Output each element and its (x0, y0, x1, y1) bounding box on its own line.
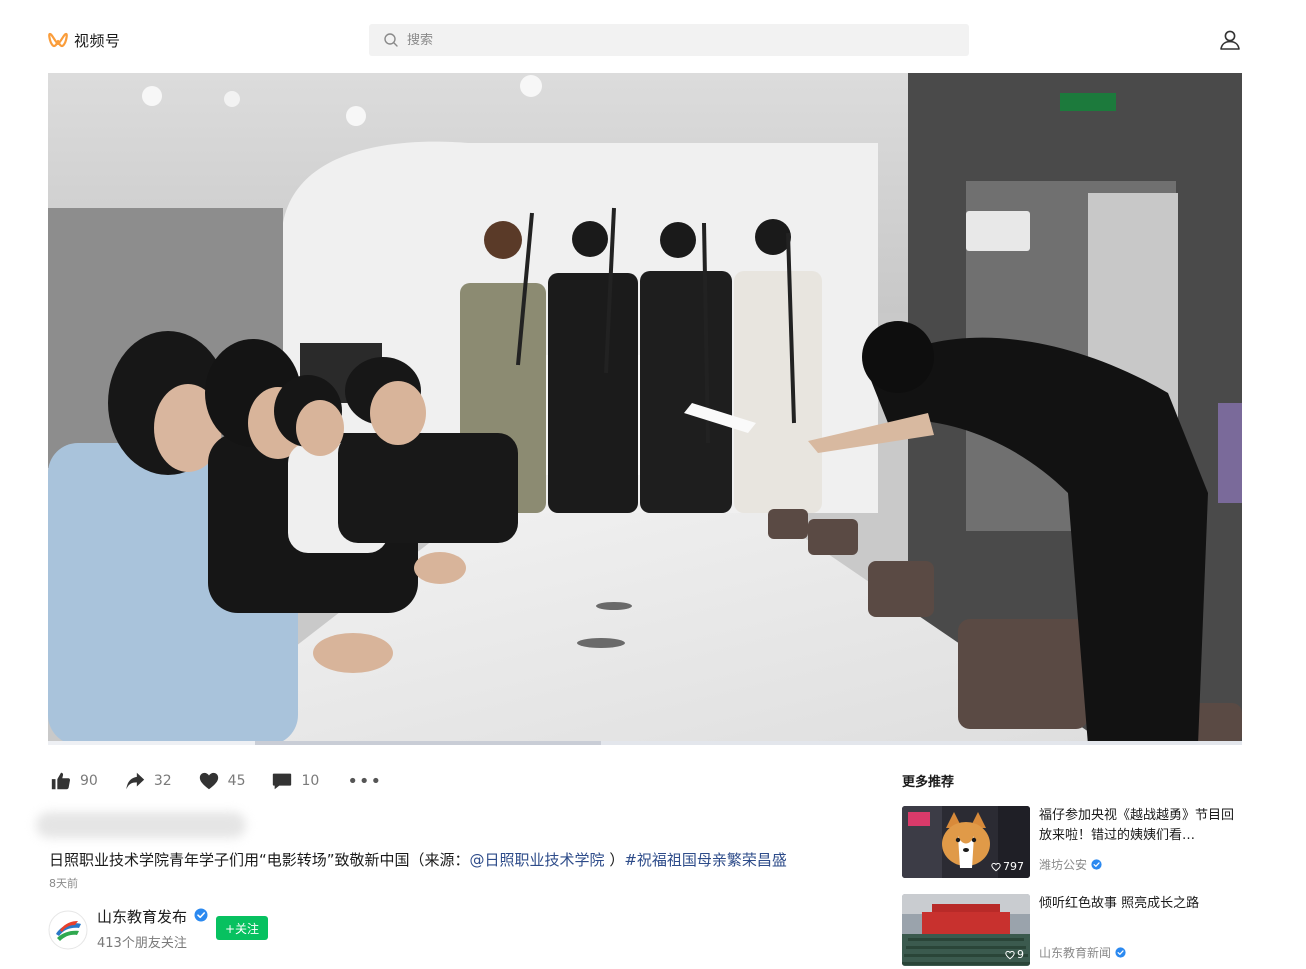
recommendation-item[interactable]: 797 福仔参加央视《越战越勇》节目回放来啦！错过的姨姨们看… 潍坊公安 (902, 806, 1242, 878)
verified-badge-icon (1115, 947, 1126, 958)
comment-count: 10 (301, 773, 320, 789)
video-progress-bar[interactable] (48, 741, 1242, 745)
heart-icon (199, 772, 218, 790)
recommendation-title: 福仔参加央视《越战越勇》节目回放来啦！错过的姨姨们看… (1039, 808, 1235, 843)
app-logo[interactable]: 视频号 (48, 30, 121, 50)
heart-count: 45 (227, 773, 246, 789)
channels-logo-icon (48, 32, 68, 48)
follow-button[interactable]: +关注 (216, 916, 268, 940)
app-name: 视频号 (74, 31, 121, 50)
share-arrow-icon (126, 772, 144, 790)
description-separator: ） (604, 851, 625, 869)
blurred-text (36, 812, 246, 838)
recommendations-title: 更多推荐 (902, 775, 955, 790)
recommendation-thumbnail: 9 (902, 894, 1030, 966)
post-description: 日照职业技术学院青年学子们用“电影转场”致敬新中国（来源：@日照职业技术学院 ）… (49, 849, 787, 870)
user-profile-icon[interactable] (1218, 28, 1242, 52)
recommendation-likes: 797 (991, 860, 1024, 873)
recommendation-like-count: 9 (1017, 948, 1024, 961)
search-icon (384, 33, 398, 47)
recommendation-source-name: 山东教育新闻 (1039, 946, 1112, 960)
author-name[interactable]: 山东教育发布 (97, 906, 187, 927)
recommendation-item[interactable]: 9 倾听红色故事 照亮成长之路 山东教育新闻 (902, 894, 1242, 966)
recommendation-likes: 9 (1005, 948, 1024, 961)
recommendation-source: 潍坊公安 (1039, 856, 1102, 873)
description-text: 日照职业技术学院青年学子们用“电影转场”致敬新中国（来源： (49, 851, 470, 869)
recommendation-thumbnail: 797 (902, 806, 1030, 878)
friends-following-count: 413个朋友关注 (97, 936, 187, 951)
heart-outline-icon (1005, 950, 1015, 959)
recommendation-source-name: 潍坊公安 (1039, 858, 1088, 872)
verified-badge-icon (194, 908, 208, 922)
author-avatar[interactable] (48, 910, 88, 950)
recommendation-title: 倾听红色故事 照亮成长之路 (1039, 896, 1200, 911)
share-count: 32 (153, 773, 172, 789)
search-input[interactable] (407, 32, 927, 48)
video-player[interactable] (48, 73, 1242, 745)
search-bar[interactable] (369, 24, 969, 56)
recommendation-like-count: 797 (1003, 860, 1024, 873)
more-options-button[interactable]: ••• (347, 771, 382, 792)
comment-button[interactable]: 10 (271, 770, 319, 792)
progress-played (48, 741, 255, 745)
heart-button[interactable]: 45 (198, 770, 246, 792)
hashtag-link[interactable]: #祝福祖国母亲繁荣昌盛 (624, 851, 787, 869)
thumbs-up-icon (51, 772, 71, 790)
recommendation-source: 山东教育新闻 (1039, 944, 1126, 961)
verified-badge-icon (1091, 859, 1102, 870)
heart-outline-icon (991, 862, 1001, 871)
comment-icon (273, 773, 292, 790)
like-button[interactable]: 90 (50, 770, 98, 792)
post-time: 8天前 (49, 877, 78, 890)
video-frame (48, 73, 1242, 745)
like-count: 90 (80, 773, 98, 789)
mention-link[interactable]: @日照职业技术学院 (470, 851, 605, 869)
action-bar: 90 32 45 10 ••• (50, 770, 382, 792)
share-button[interactable]: 32 (124, 770, 172, 792)
